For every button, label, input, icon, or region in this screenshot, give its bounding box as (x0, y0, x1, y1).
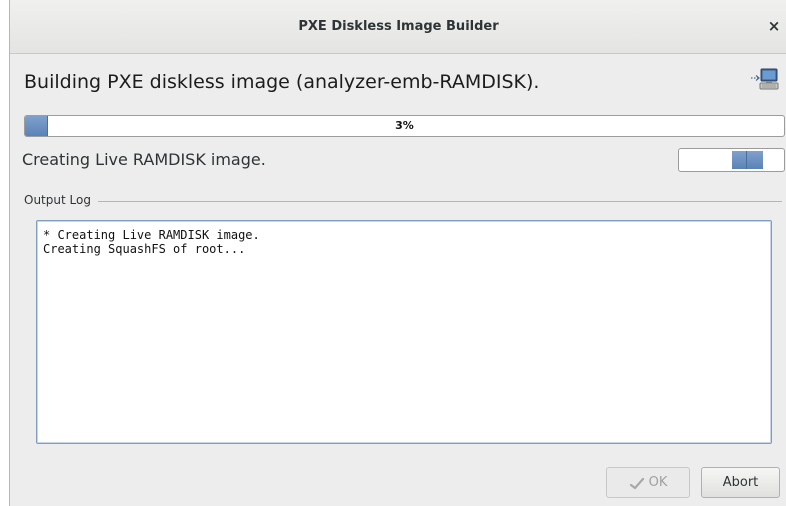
ok-button[interactable]: OK (606, 467, 690, 498)
close-button[interactable]: × (765, 16, 783, 36)
progress-bar: 3% (24, 115, 785, 137)
ok-button-label: OK (648, 475, 668, 490)
progress-percent: 3% (395, 119, 414, 132)
log-line: Creating SquashFS of root... (43, 242, 246, 256)
log-line: * Creating Live RAMDISK image. (43, 228, 260, 242)
abort-button-label: Abort (722, 475, 759, 490)
network-computer-icon (751, 68, 779, 90)
output-log-textarea[interactable]: * Creating Live RAMDISK image. Creating S… (36, 220, 772, 444)
activity-indicator (678, 148, 785, 172)
abort-button[interactable]: Abort (701, 467, 780, 498)
group-separator (98, 201, 782, 202)
ok-check-icon (629, 477, 644, 489)
dialog-window: PXE Diskless Image Builder × Building PX… (9, 0, 786, 506)
output-log-label: Output Log (24, 193, 94, 207)
activity-block (732, 151, 763, 169)
window-title: PXE Diskless Image Builder (298, 19, 499, 34)
status-text: Creating Live RAMDISK image. (22, 150, 266, 169)
page-heading: Building PXE diskless image (analyzer-em… (24, 71, 540, 93)
title-bar[interactable]: PXE Diskless Image Builder × (10, 0, 786, 54)
